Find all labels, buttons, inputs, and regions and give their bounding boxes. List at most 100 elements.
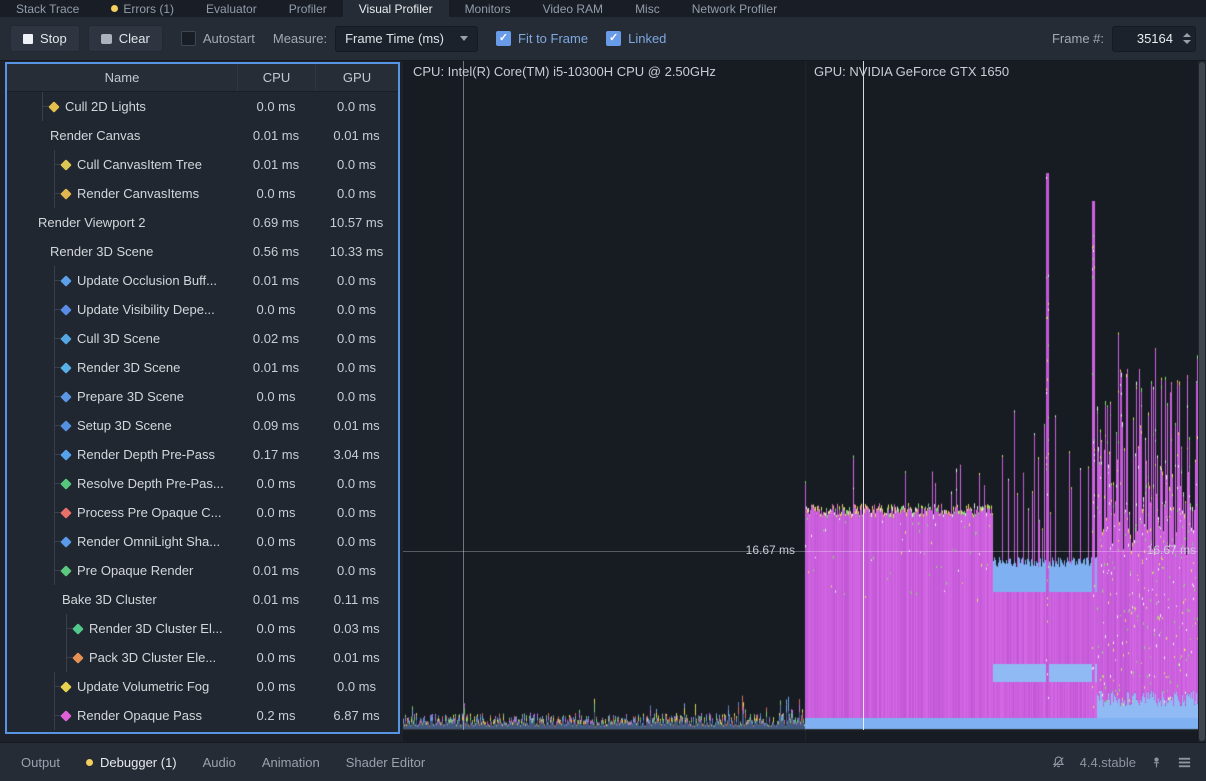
clear-button[interactable]: Clear: [88, 25, 163, 52]
row-name-label: Bake 3D Cluster: [62, 592, 157, 607]
table-row[interactable]: Render 3D Scene0.01 ms0.0 ms: [7, 353, 398, 382]
tab-label: Network Profiler: [692, 2, 777, 16]
bottom-button-label: Audio: [203, 755, 236, 770]
row-name-label: Setup 3D Scene: [77, 418, 172, 433]
row-name-label: Cull 2D Lights: [65, 99, 146, 114]
bottom-button-audio[interactable]: Audio: [190, 743, 249, 781]
tab-network-profiler[interactable]: Network Profiler: [676, 0, 793, 17]
pass-color-diamond-icon: [60, 507, 71, 518]
bottom-button-shader-editor[interactable]: Shader Editor: [333, 743, 439, 781]
table-row[interactable]: Setup 3D Scene0.09 ms0.01 ms: [7, 411, 398, 440]
column-header-name[interactable]: Name: [7, 70, 237, 85]
linked-checkbox-box[interactable]: [606, 31, 621, 46]
linked-checkbox[interactable]: Linked: [606, 31, 666, 46]
pin-bottom-panel-icon[interactable]: [1150, 755, 1163, 770]
tab-monitors[interactable]: Monitors: [449, 0, 527, 17]
table-row[interactable]: Update Visibility Depe...0.0 ms0.0 ms: [7, 295, 398, 324]
row-name-cell: Resolve Depth Pre-Pas...: [7, 469, 237, 498]
table-row[interactable]: Cull 2D Lights0.0 ms0.0 ms: [7, 92, 398, 121]
row-cpu-value: 0.0 ms: [237, 679, 315, 694]
bottom-button-animation[interactable]: Animation: [249, 743, 333, 781]
spinbox-arrows-icon[interactable]: [1182, 33, 1195, 44]
table-row[interactable]: Cull 3D Scene0.02 ms0.0 ms: [7, 324, 398, 353]
bottom-button-label: Output: [21, 755, 60, 770]
fit-to-frame-checkbox[interactable]: Fit to Frame: [496, 31, 588, 46]
table-row[interactable]: Render Viewport 20.69 ms10.57 ms: [7, 208, 398, 237]
table-row[interactable]: Bake 3D Cluster0.01 ms0.11 ms: [7, 585, 398, 614]
table-row[interactable]: Render CanvasItems0.0 ms0.0 ms: [7, 179, 398, 208]
row-name-label: Cull CanvasItem Tree: [77, 157, 202, 172]
row-cpu-value: 0.69 ms: [237, 215, 315, 230]
row-gpu-value: 0.0 ms: [315, 273, 398, 288]
frame-graph-panel[interactable]: CPU: Intel(R) Core(TM) i5-10300H CPU @ 2…: [403, 61, 1206, 742]
fit-to-frame-checkbox-box[interactable]: [496, 31, 511, 46]
table-row[interactable]: Render Depth Pre-Pass0.17 ms3.04 ms: [7, 440, 398, 469]
frame-graph-canvas[interactable]: [403, 61, 1198, 742]
pass-color-diamond-icon: [48, 101, 59, 112]
bottom-button-debugger-1[interactable]: Debugger (1): [73, 743, 190, 781]
table-row[interactable]: Pre Opaque Render0.01 ms0.0 ms: [7, 556, 398, 585]
autostart-checkbox-box[interactable]: [181, 31, 196, 46]
autostart-checkbox[interactable]: Autostart: [181, 31, 255, 46]
tab-misc[interactable]: Misc: [619, 0, 676, 17]
tab-label: Evaluator: [206, 2, 257, 16]
tab-label: Video RAM: [543, 2, 603, 16]
table-row[interactable]: Resolve Depth Pre-Pas...0.0 ms0.0 ms: [7, 469, 398, 498]
frame-number-spinbox[interactable]: 35164: [1112, 26, 1196, 52]
error-dot-icon: [111, 5, 118, 12]
row-cpu-value: 0.0 ms: [237, 302, 315, 317]
table-row[interactable]: Update Volumetric Fog0.0 ms0.0 ms: [7, 672, 398, 701]
column-header-cpu[interactable]: CPU: [237, 64, 315, 91]
row-name-cell: Render Depth Pre-Pass: [7, 440, 237, 469]
row-name-label: Cull 3D Scene: [77, 331, 160, 346]
table-row[interactable]: Update Occlusion Buff...0.01 ms0.0 ms: [7, 266, 398, 295]
row-name-cell: Render Canvas: [7, 121, 237, 150]
row-name-label: Pack 3D Cluster Ele...: [89, 650, 216, 665]
tab-stack-trace[interactable]: Stack Trace: [0, 0, 95, 17]
pass-color-diamond-icon: [60, 710, 71, 721]
table-row[interactable]: Render Opaque Pass0.2 ms6.87 ms: [7, 701, 398, 730]
table-row[interactable]: Pack 3D Cluster Ele...0.0 ms0.01 ms: [7, 643, 398, 672]
row-gpu-value: 0.0 ms: [315, 186, 398, 201]
row-name-cell: Render OmniLight Sha...: [7, 527, 237, 556]
tab-visual-profiler[interactable]: Visual Profiler: [343, 0, 449, 17]
row-name-cell: Render Viewport 2: [7, 208, 237, 237]
row-name-label: Resolve Depth Pre-Pas...: [77, 476, 224, 491]
column-header-gpu[interactable]: GPU: [315, 64, 398, 91]
notification-bell-icon[interactable]: [1051, 755, 1066, 770]
graph-scrollbar-thumb[interactable]: [1199, 62, 1205, 741]
row-cpu-value: 0.0 ms: [237, 186, 315, 201]
cpu-frame-cursor: [463, 61, 464, 730]
tab-errors-1[interactable]: Errors (1): [95, 0, 190, 17]
fit-to-frame-label: Fit to Frame: [518, 31, 588, 46]
stop-button[interactable]: Stop: [10, 25, 80, 52]
table-row[interactable]: Render 3D Cluster El...0.0 ms0.03 ms: [7, 614, 398, 643]
version-label[interactable]: 4.4.stable: [1080, 755, 1136, 770]
row-name-cell: Setup 3D Scene: [7, 411, 237, 440]
clear-button-label: Clear: [119, 31, 150, 46]
measure-dropdown[interactable]: Frame Time (ms): [335, 26, 478, 52]
row-name-cell: Process Pre Opaque C...: [7, 498, 237, 527]
table-row[interactable]: Cull CanvasItem Tree0.01 ms0.0 ms: [7, 150, 398, 179]
row-gpu-value: 10.57 ms: [315, 215, 398, 230]
table-row[interactable]: Render Canvas0.01 ms0.01 ms: [7, 121, 398, 150]
table-row[interactable]: Process Pre Opaque C...0.0 ms0.0 ms: [7, 498, 398, 527]
graph-scrollbar[interactable]: [1198, 61, 1206, 742]
row-cpu-value: 0.01 ms: [237, 563, 315, 578]
row-gpu-value: 0.0 ms: [315, 157, 398, 172]
tab-label: Monitors: [465, 2, 511, 16]
row-name-label: Update Visibility Depe...: [77, 302, 215, 317]
row-gpu-value: 10.33 ms: [315, 244, 398, 259]
tab-video-ram[interactable]: Video RAM: [527, 0, 619, 17]
bottom-button-output[interactable]: Output: [8, 743, 73, 781]
table-row[interactable]: Render OmniLight Sha...0.0 ms0.0 ms: [7, 527, 398, 556]
expand-bottom-panel-icon[interactable]: [1177, 755, 1192, 770]
tab-profiler[interactable]: Profiler: [273, 0, 343, 17]
tab-label: Misc: [635, 2, 660, 16]
row-gpu-value: 3.04 ms: [315, 447, 398, 462]
tab-evaluator[interactable]: Evaluator: [190, 0, 273, 17]
row-cpu-value: 0.09 ms: [237, 418, 315, 433]
table-row[interactable]: Render 3D Scene0.56 ms10.33 ms: [7, 237, 398, 266]
table-row[interactable]: Prepare 3D Scene0.0 ms0.0 ms: [7, 382, 398, 411]
cpu-threshold-label: 16.67 ms: [403, 543, 795, 557]
